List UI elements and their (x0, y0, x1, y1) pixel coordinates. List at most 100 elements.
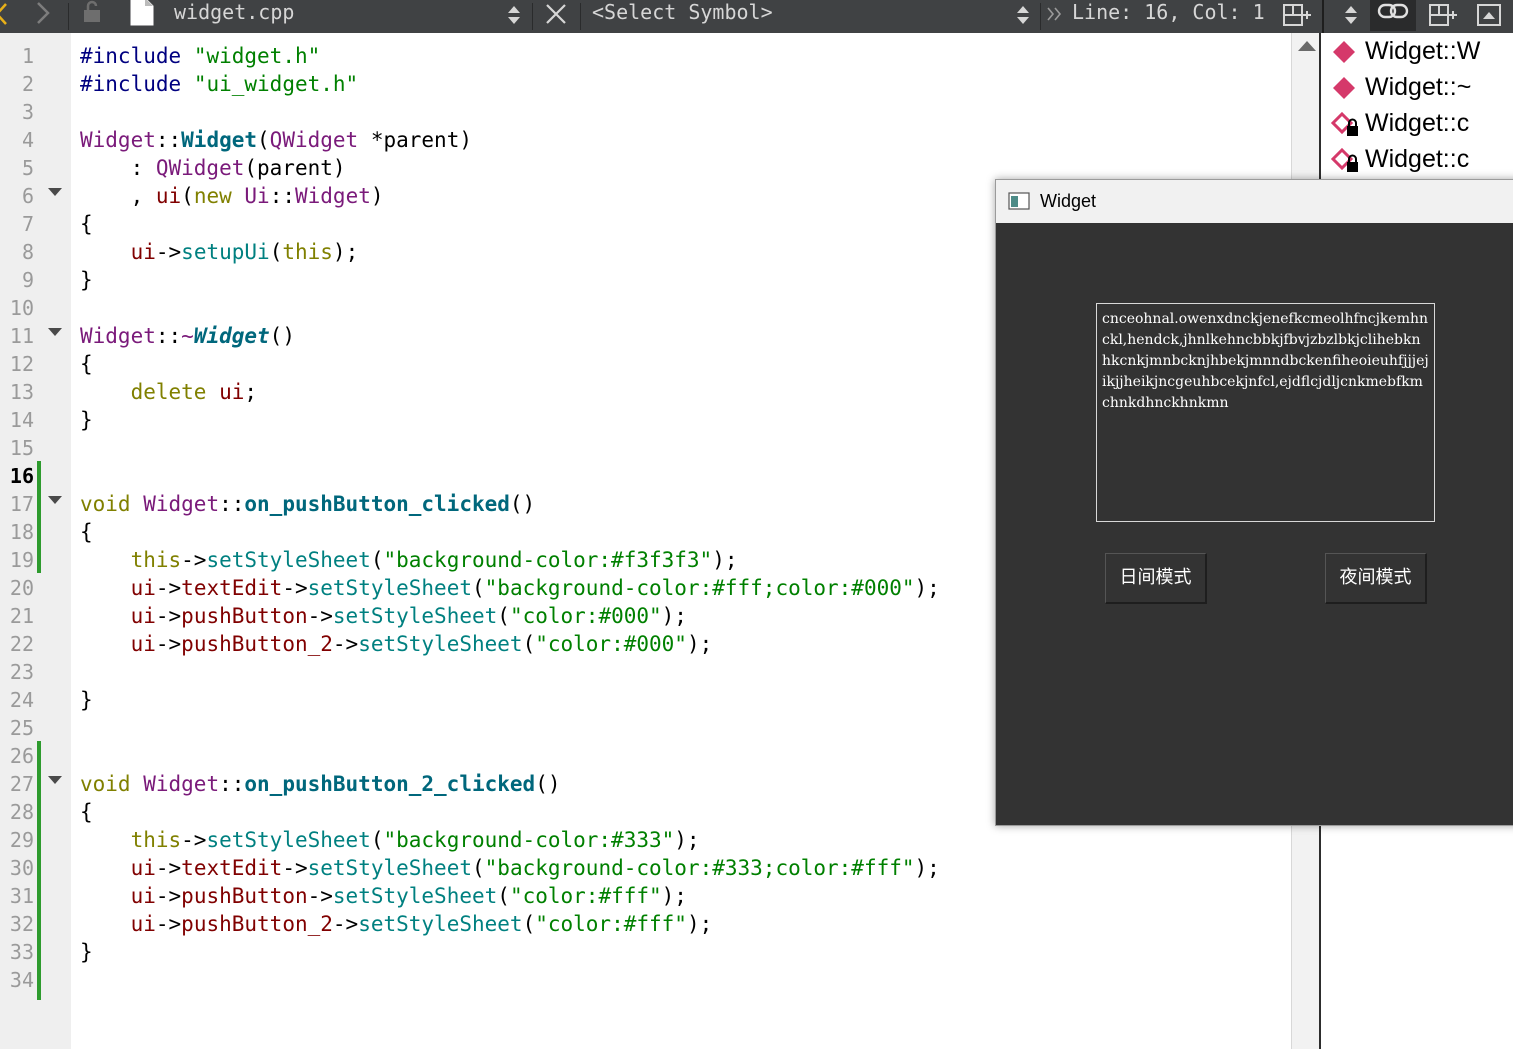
line-number: 21 (9, 604, 34, 628)
toolbar-separator (1322, 0, 1324, 33)
line-number: 32 (9, 912, 34, 936)
code-line[interactable]: ​ (80, 462, 940, 490)
private-slot-icon (1330, 111, 1361, 149)
outline-item[interactable]: Widget::W (1333, 33, 1481, 69)
editor-toolbar: widget.cpp <Select Symbol> Line: 16, Col… (0, 0, 1513, 33)
code-line[interactable]: this->setStyleSheet("background-color:#3… (80, 826, 940, 854)
double-chevron-icon (1046, 4, 1064, 37)
outline-item[interactable]: Widget::c (1330, 141, 1470, 177)
line-number: 16 (9, 464, 34, 488)
toolbar-separator (532, 3, 533, 30)
line-number: 6 (21, 184, 34, 208)
code-line[interactable]: { (80, 798, 940, 826)
line-number: 30 (9, 856, 34, 880)
outline-item-label: Widget::W (1365, 37, 1481, 65)
symbol-updown-icon[interactable] (1015, 3, 1031, 36)
outline-item-label: Widget::c (1365, 145, 1470, 173)
public-method-icon (1331, 75, 1357, 111)
symbol-selector[interactable]: <Select Symbol> (592, 0, 773, 33)
back-arrow-icon[interactable] (0, 2, 8, 35)
document-icon (128, 0, 156, 29)
app-window-icon (1008, 192, 1030, 215)
outline-updown-icon[interactable] (1343, 3, 1359, 36)
toolbar-separator (68, 3, 69, 30)
close-pane-icon[interactable] (1476, 3, 1502, 36)
code-editor[interactable]: #include "widget.h" #include "ui_widget.h… (80, 42, 940, 994)
code-line[interactable]: delete ui; (80, 378, 940, 406)
code-line[interactable]: #include "ui_widget.h" (80, 70, 940, 98)
fold-arrow-icon[interactable] (48, 328, 62, 336)
code-line[interactable]: ui->pushButton->setStyleSheet("color:#00… (80, 602, 940, 630)
code-line[interactable]: { (80, 350, 940, 378)
outline-item[interactable]: Widget::~ (1333, 69, 1472, 105)
cursor-position[interactable]: Line: 16, Col: 1 (1072, 0, 1265, 33)
night-mode-button[interactable]: 夜间模式 (1325, 553, 1427, 604)
fold-arrow-icon[interactable] (48, 188, 62, 196)
line-number: 24 (9, 688, 34, 712)
code-line[interactable]: ​ (80, 714, 940, 742)
code-line[interactable]: ui->pushButton->setStyleSheet("color:#ff… (80, 882, 940, 910)
split-add-icon[interactable] (1428, 2, 1458, 35)
toolbar-separator (580, 3, 581, 30)
code-line[interactable]: : QWidget(parent) (80, 154, 940, 182)
fold-arrow-icon[interactable] (48, 776, 62, 784)
code-line[interactable]: ui->pushButton_2->setStyleSheet("color:#… (80, 910, 940, 938)
line-number: 12 (9, 352, 34, 376)
code-line[interactable]: ui->setupUi(this); (80, 238, 940, 266)
code-line[interactable]: void Widget::on_pushButton_2_clicked() (80, 770, 940, 798)
outline-item[interactable]: Widget::c (1330, 105, 1469, 141)
file-name[interactable]: widget.cpp (174, 0, 294, 33)
code-line[interactable]: ​ (80, 966, 940, 994)
file-lock-icon (80, 0, 104, 33)
line-number: 17 (9, 492, 34, 516)
code-line[interactable]: #include "widget.h" (80, 42, 940, 70)
line-number: 1 (21, 44, 34, 68)
line-number-gutter: 1 2 3 4 5 6 7 8 9 10 11 12 13 14 15 16 17 18 19 20 21 22 23 24 2… (0, 33, 71, 1049)
day-mode-button[interactable]: 日间模式 (1105, 553, 1207, 604)
code-line[interactable]: ​ (80, 294, 940, 322)
code-line[interactable]: ui->textEdit->setStyleSheet("background-… (80, 574, 940, 602)
line-number: 10 (9, 296, 34, 320)
line-number: 5 (21, 156, 34, 180)
forward-arrow-icon[interactable] (34, 0, 52, 33)
line-number: 11 (9, 324, 34, 348)
close-document-icon[interactable] (544, 2, 568, 35)
code-line[interactable]: ui->pushButton_2->setStyleSheet("color:#… (80, 630, 940, 658)
window-title-bar[interactable]: Widget (996, 180, 1513, 223)
line-number: 33 (9, 940, 34, 964)
line-number: 19 (9, 548, 34, 572)
file-switch-updown-icon[interactable] (506, 3, 522, 36)
code-line[interactable]: { (80, 210, 940, 238)
line-number: 27 (9, 772, 34, 796)
code-line[interactable]: Widget::Widget(QWidget *parent) (80, 126, 940, 154)
scroll-up-arrow-icon[interactable] (1298, 41, 1316, 51)
outline-pane: Widget::W Widget::~ Widget::c Widget::c (1321, 33, 1513, 183)
line-number: 22 (9, 632, 34, 656)
line-number: 23 (9, 660, 34, 684)
code-line[interactable]: ​ (80, 434, 940, 462)
code-line[interactable]: ui->textEdit->setStyleSheet("background-… (80, 854, 940, 882)
code-line[interactable]: ​ (80, 98, 940, 126)
fold-arrow-icon[interactable] (48, 496, 62, 504)
code-line[interactable]: this->setStyleSheet("background-color:#f… (80, 546, 940, 574)
code-line[interactable]: } (80, 938, 940, 966)
code-line[interactable]: void Widget::on_pushButton_clicked() (80, 490, 940, 518)
code-line[interactable]: } (80, 406, 940, 434)
code-line[interactable]: , ui(new Ui::Widget) (80, 182, 940, 210)
line-number: 18 (9, 520, 34, 544)
code-line[interactable]: Widget::~Widget() (80, 322, 940, 350)
window-title: Widget (1040, 191, 1097, 211)
code-line[interactable]: { (80, 518, 940, 546)
link-icon[interactable] (1370, 0, 1416, 31)
text-edit[interactable]: cnceohnal.owenxdnckjenefkcmeolhfncjkemhn… (1096, 303, 1435, 522)
outline-item-label: Widget::~ (1365, 73, 1472, 101)
code-line[interactable]: ​ (80, 742, 940, 770)
line-number: 25 (9, 716, 34, 740)
line-number: 2 (21, 72, 34, 96)
line-number: 28 (9, 800, 34, 824)
split-add-icon[interactable] (1282, 2, 1312, 35)
code-line[interactable]: } (80, 266, 940, 294)
line-number: 4 (21, 128, 34, 152)
code-line[interactable]: } (80, 686, 940, 714)
code-line[interactable]: ​ (80, 658, 940, 686)
